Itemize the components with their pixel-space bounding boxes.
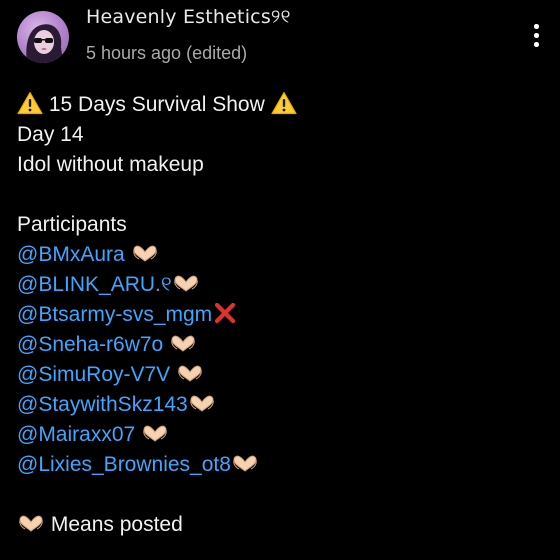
heart-hands-icon bbox=[169, 333, 197, 356]
participant-mention[interactable]: @Lixies_Brownies_ot8 bbox=[17, 453, 231, 476]
participant-mention[interactable]: @StaywithSkz143 bbox=[17, 393, 188, 416]
participant-mention[interactable]: @Sneha-r6w7o bbox=[17, 333, 163, 356]
heart-hands-icon bbox=[141, 423, 169, 446]
post-body: 15 Days Survival Show Day 14 Idol withou… bbox=[17, 90, 297, 540]
cross-mark-icon bbox=[212, 302, 237, 326]
author-name[interactable]: Heavenly Esthetics୨୧ bbox=[86, 6, 291, 28]
participant-mention[interactable]: @BLINK_ARU.୧ bbox=[17, 273, 172, 296]
avatar[interactable] bbox=[17, 11, 69, 63]
avatar-image bbox=[26, 24, 63, 63]
participant-row: @BLINK_ARU.୧ bbox=[17, 270, 297, 300]
legend-text: Means posted bbox=[50, 513, 183, 536]
heart-hands-icon bbox=[231, 453, 259, 476]
edited-label: (edited) bbox=[186, 43, 248, 63]
participant-mention[interactable]: @BMxAura bbox=[17, 243, 125, 266]
heart-hands-icon bbox=[17, 513, 45, 536]
warning-icon bbox=[271, 91, 297, 115]
timestamp[interactable]: 5 hours ago bbox=[86, 43, 181, 63]
participant-row: @SimuRoy-V7V bbox=[17, 360, 297, 390]
participant-row: @Sneha-r6w7o bbox=[17, 330, 297, 360]
heart-hands-icon bbox=[131, 243, 159, 266]
heart-hands-icon bbox=[188, 393, 216, 416]
warning-icon bbox=[17, 91, 43, 115]
participant-mention[interactable]: @SimuRoy-V7V bbox=[17, 363, 170, 386]
post-title: 15 Days Survival Show bbox=[48, 93, 265, 116]
participant-row: @BMxAura bbox=[17, 240, 297, 270]
more-vert-icon[interactable] bbox=[528, 24, 544, 50]
participant-mention[interactable]: @Mairaxx07 bbox=[17, 423, 135, 446]
participant-row: @Lixies_Brownies_ot8 bbox=[17, 450, 297, 480]
participant-row: @Btsarmy-svs_mgm bbox=[17, 300, 297, 330]
legend-line: Means posted bbox=[17, 510, 297, 540]
theme-line: Idol without makeup bbox=[17, 153, 204, 176]
participant-row: @StaywithSkz143 bbox=[17, 390, 297, 420]
post-title-line: 15 Days Survival Show bbox=[17, 90, 297, 120]
heart-hands-icon bbox=[172, 273, 200, 296]
participants-list: @BMxAura @BLINK_ARU.୧ @Btsarmy-svs_mgm @… bbox=[17, 240, 297, 480]
community-post: Heavenly Esthetics୨୧ 5 hours ago (edited… bbox=[0, 0, 560, 560]
participant-mention[interactable]: @Btsarmy-svs_mgm bbox=[17, 303, 212, 326]
post-meta: 5 hours ago (edited) bbox=[86, 43, 247, 64]
heart-hands-icon bbox=[176, 363, 204, 386]
participants-heading: Participants bbox=[17, 213, 127, 236]
day-line: Day 14 bbox=[17, 123, 84, 146]
participant-row: @Mairaxx07 bbox=[17, 420, 297, 450]
